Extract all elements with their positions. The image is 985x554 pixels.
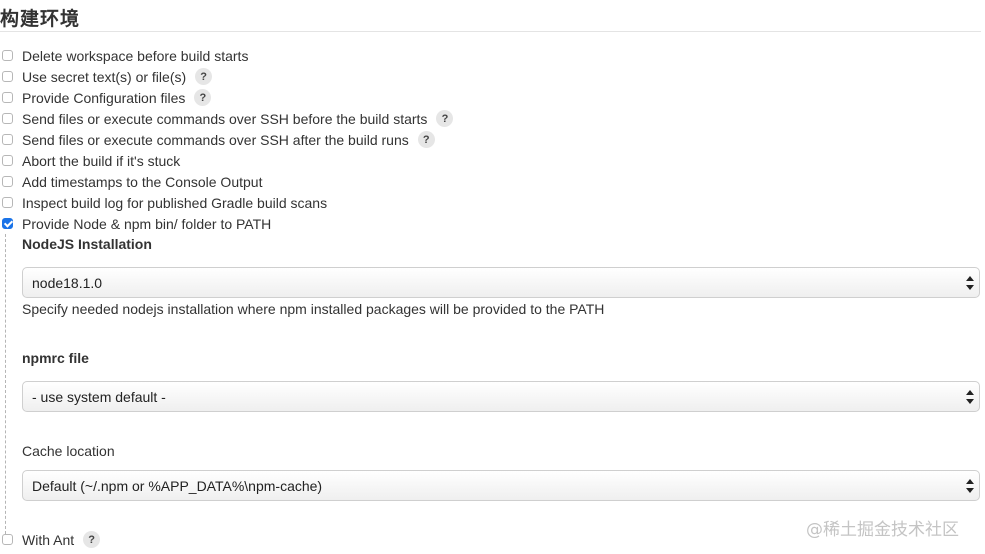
- option-label: Abort the build if it's stuck: [22, 152, 181, 169]
- option-with-ant[interactable]: With Ant ?: [0, 529, 101, 550]
- option-gradle-scans[interactable]: Inspect build log for published Gradle b…: [0, 192, 327, 213]
- help-icon[interactable]: ?: [194, 89, 212, 106]
- nodejs-installation-description: Specify needed nodejs installation where…: [22, 301, 605, 317]
- nodejs-installation-select[interactable]: node18.1.0: [22, 267, 980, 298]
- checkbox-checked[interactable]: [2, 218, 13, 229]
- option-delete-workspace[interactable]: Delete workspace before build starts: [0, 45, 248, 66]
- option-label: Send files or execute commands over SSH …: [22, 131, 409, 148]
- option-label: Use secret text(s) or file(s): [22, 68, 187, 85]
- option-label: Delete workspace before build starts: [22, 47, 249, 64]
- checkbox[interactable]: [2, 92, 13, 103]
- npmrc-file-label: npmrc file: [22, 350, 89, 366]
- watermark: @稀土掘金技术社区: [806, 520, 959, 540]
- option-node-path[interactable]: Provide Node & npm bin/ folder to PATH: [0, 213, 271, 234]
- checkbox[interactable]: [2, 176, 13, 187]
- option-timestamps[interactable]: Add timestamps to the Console Output: [0, 171, 262, 192]
- section-divider: [0, 31, 981, 32]
- nested-section-guide: [5, 234, 6, 534]
- select-arrows-icon: [966, 389, 974, 405]
- select-arrows-icon: [966, 275, 974, 291]
- cache-location-label: Cache location: [22, 443, 115, 459]
- checkbox[interactable]: [2, 534, 13, 545]
- checkbox[interactable]: [2, 197, 13, 208]
- select-value: - use system default -: [32, 388, 166, 405]
- checkbox[interactable]: [2, 134, 13, 145]
- help-icon[interactable]: ?: [436, 110, 454, 127]
- option-config-files[interactable]: Provide Configuration files ?: [0, 87, 212, 108]
- option-label: Inspect build log for published Gradle b…: [22, 194, 328, 211]
- option-label: With Ant: [22, 531, 75, 548]
- help-icon[interactable]: ?: [417, 131, 435, 148]
- nodejs-installation-label: NodeJS Installation: [22, 236, 152, 252]
- checkbox[interactable]: [2, 71, 13, 82]
- select-arrows-icon: [966, 478, 974, 494]
- option-label: Send files or execute commands over SSH …: [22, 110, 428, 127]
- checkbox[interactable]: [2, 155, 13, 166]
- option-secret-files[interactable]: Use secret text(s) or file(s) ?: [0, 66, 213, 87]
- help-icon[interactable]: ?: [83, 531, 101, 548]
- option-label: Provide Node & npm bin/ folder to PATH: [22, 215, 272, 232]
- checkbox[interactable]: [2, 50, 13, 61]
- help-icon[interactable]: ?: [195, 68, 213, 85]
- option-ssh-before-build[interactable]: Send files or execute commands over SSH …: [0, 108, 454, 129]
- option-ssh-after-build[interactable]: Send files or execute commands over SSH …: [0, 129, 435, 150]
- select-value: node18.1.0: [32, 274, 103, 291]
- cache-location-select[interactable]: Default (~/.npm or %APP_DATA%\npm-cache): [22, 470, 980, 501]
- checkbox[interactable]: [2, 113, 13, 124]
- option-label: Provide Configuration files: [22, 89, 186, 106]
- npmrc-file-select[interactable]: - use system default -: [22, 381, 980, 412]
- section-title: 构建环境: [0, 8, 81, 30]
- option-abort-stuck[interactable]: Abort the build if it's stuck: [0, 150, 180, 171]
- select-value: Default (~/.npm or %APP_DATA%\npm-cache): [32, 477, 323, 494]
- option-label: Add timestamps to the Console Output: [22, 173, 263, 190]
